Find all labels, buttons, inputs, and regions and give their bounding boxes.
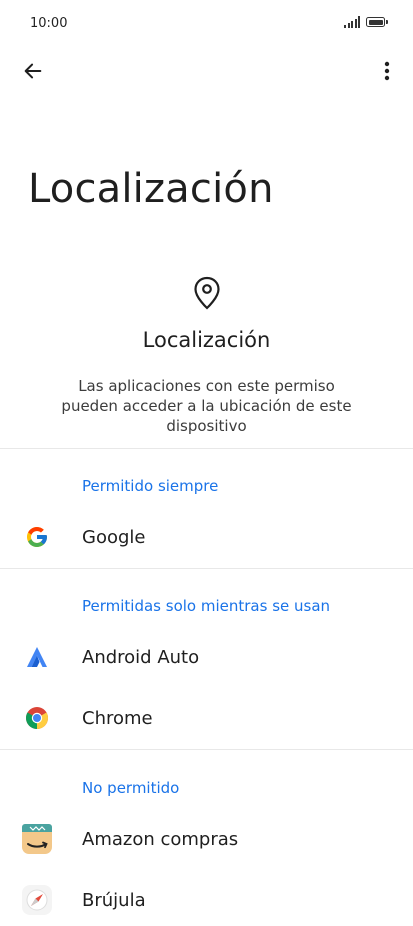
location-pin-icon [193,276,220,310]
status-bar: 10:00 [0,0,413,48]
divider [0,749,413,750]
app-label: Brújula [82,889,146,911]
battery-icon [366,17,388,27]
app-label: Amazon compras [82,828,239,850]
signal-icon [344,16,360,28]
hero-title: Localización [142,328,271,352]
app-label: Chrome [82,707,153,729]
section-header-always: Permitido siempre [82,477,219,495]
divider [0,448,413,449]
permission-hero: Localización Las aplicaciones con este p… [0,276,413,436]
back-button[interactable] [16,54,50,88]
section-header-while-in-use: Permitidas solo mientras se usan [82,597,331,615]
status-icons [344,16,388,28]
page-title: Localización [28,166,274,212]
google-icon [24,524,50,550]
app-label: Android Auto [82,646,200,668]
divider [0,568,413,569]
amazon-icon [21,823,53,855]
app-row-compass[interactable]: Brújula [0,874,413,926]
compass-icon [21,884,53,916]
hero-description: Las aplicaciones con este permiso pueden… [61,377,352,435]
android-auto-icon [24,644,50,670]
more-vertical-icon [384,61,390,81]
arrow-left-icon [24,63,42,79]
more-options-button[interactable] [373,54,401,88]
chrome-icon [24,705,50,731]
section-header-not-allowed: No permitido [82,779,180,797]
app-label: Google [82,526,146,548]
app-row-android-auto[interactable]: Android Auto [0,631,413,683]
status-time: 10:00 [30,16,68,31]
app-row-amazon[interactable]: Amazon compras [0,813,413,865]
app-row-google[interactable]: Google [0,511,413,563]
app-row-chrome[interactable]: Chrome [0,692,413,744]
